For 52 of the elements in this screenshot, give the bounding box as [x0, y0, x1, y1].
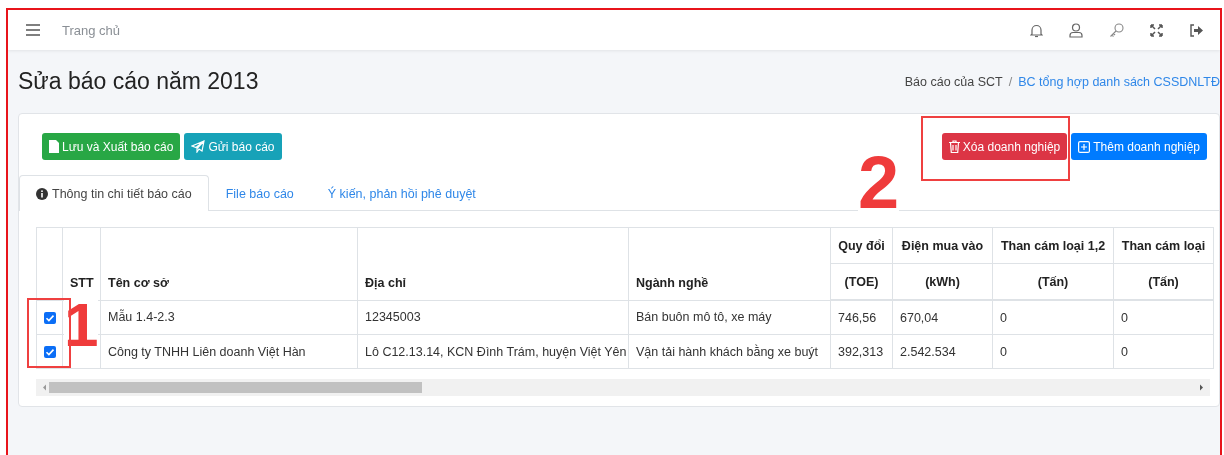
document-icon: [49, 140, 59, 153]
table-cell: 12345003: [357, 300, 629, 335]
table-cell: 746,56: [830, 300, 893, 335]
column-header: Ngành nghề: [636, 275, 709, 290]
table-cell: Mẫu 1.4-2.3: [100, 300, 358, 335]
trash-icon: [948, 140, 960, 153]
tab[interactable]: File báo cáo: [208, 175, 311, 211]
column-header: Quy đổi: [830, 227, 893, 264]
save-export-button[interactable]: Lưu và Xuất báo cáo: [42, 133, 181, 160]
send-button[interactable]: Gửi báo cáo: [184, 133, 282, 160]
table-cell: 2.542.534: [892, 334, 993, 369]
column-unit: (kWh): [892, 263, 993, 300]
bell-icon[interactable]: [1030, 22, 1043, 38]
user-icon[interactable]: [1069, 22, 1083, 38]
home-link[interactable]: Trang chủ: [62, 22, 121, 38]
delete-button[interactable]: Xóa doanh nghiệp: [941, 133, 1068, 160]
table-cell: 392,313: [830, 334, 893, 369]
breadcrumb-item: Báo cáo của SCT: [904, 74, 1003, 89]
table-cell: 0: [1113, 334, 1214, 369]
horizontal-scrollbar[interactable]: [36, 379, 1210, 396]
table-cell: Bán buôn mô tô, xe máy: [628, 300, 831, 335]
column-unit: (Tấn): [1113, 263, 1214, 300]
breadcrumb-link[interactable]: BC tổng hợp danh sách CSSDNLTĐ: [1018, 74, 1220, 89]
table-cell: 0: [992, 334, 1114, 369]
expand-icon[interactable]: [1150, 23, 1163, 37]
key-icon[interactable]: [1109, 22, 1124, 38]
table-cell: 670,04: [892, 300, 993, 335]
column-header: Địa chỉ: [365, 275, 406, 290]
column-header: Than cám loại 1,2: [992, 227, 1114, 264]
menu-icon[interactable]: [26, 24, 40, 36]
column-header: Tên cơ sở: [108, 275, 169, 290]
breadcrumb-separator: /: [1008, 74, 1013, 89]
tab[interactable]: Ý kiến, phản hồi phê duyệt: [310, 175, 493, 211]
table-cell: 0: [992, 300, 1114, 335]
paper-plane-icon: [191, 140, 206, 153]
column-unit: (Tấn): [992, 263, 1114, 300]
column-header: Than cám loại: [1113, 227, 1214, 264]
row-checkbox[interactable]: [44, 311, 56, 324]
tab[interactable]: Thông tin chi tiết báo cáo: [19, 175, 209, 211]
table-cell: 0: [1113, 300, 1214, 335]
info-icon: [36, 187, 48, 200]
column-header: STT: [70, 275, 94, 290]
logout-icon[interactable]: [1189, 23, 1203, 37]
table-cell: Công ty TNHH Liên doanh Việt Hàn: [100, 334, 358, 369]
column-header: Điện mua vào: [892, 227, 993, 264]
table-cell: Lô C12.13.14, KCN Đình Trám, huyện Việt Yên: [357, 334, 629, 369]
table-cell: Vận tải hành khách bằng xe buýt: [628, 334, 831, 369]
page-title: Sửa báo cáo năm 2013: [18, 68, 259, 95]
row-checkbox[interactable]: [44, 346, 56, 359]
plus-square-icon: [1078, 140, 1091, 153]
column-unit: (TOE): [830, 263, 893, 300]
add-button[interactable]: Thêm doanh nghiệp: [1071, 133, 1207, 160]
